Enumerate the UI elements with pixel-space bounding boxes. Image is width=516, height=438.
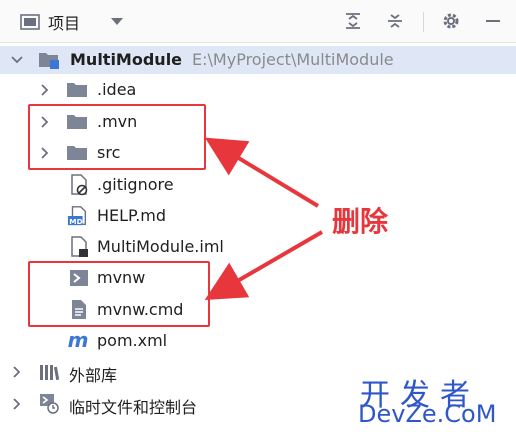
arrow-to-bottom-box — [204, 230, 324, 301]
watermark-line-2: DevZe.CoM — [358, 400, 497, 428]
arrow-to-top-box — [204, 137, 320, 208]
delete-annotation-label: 删除 — [332, 205, 389, 238]
